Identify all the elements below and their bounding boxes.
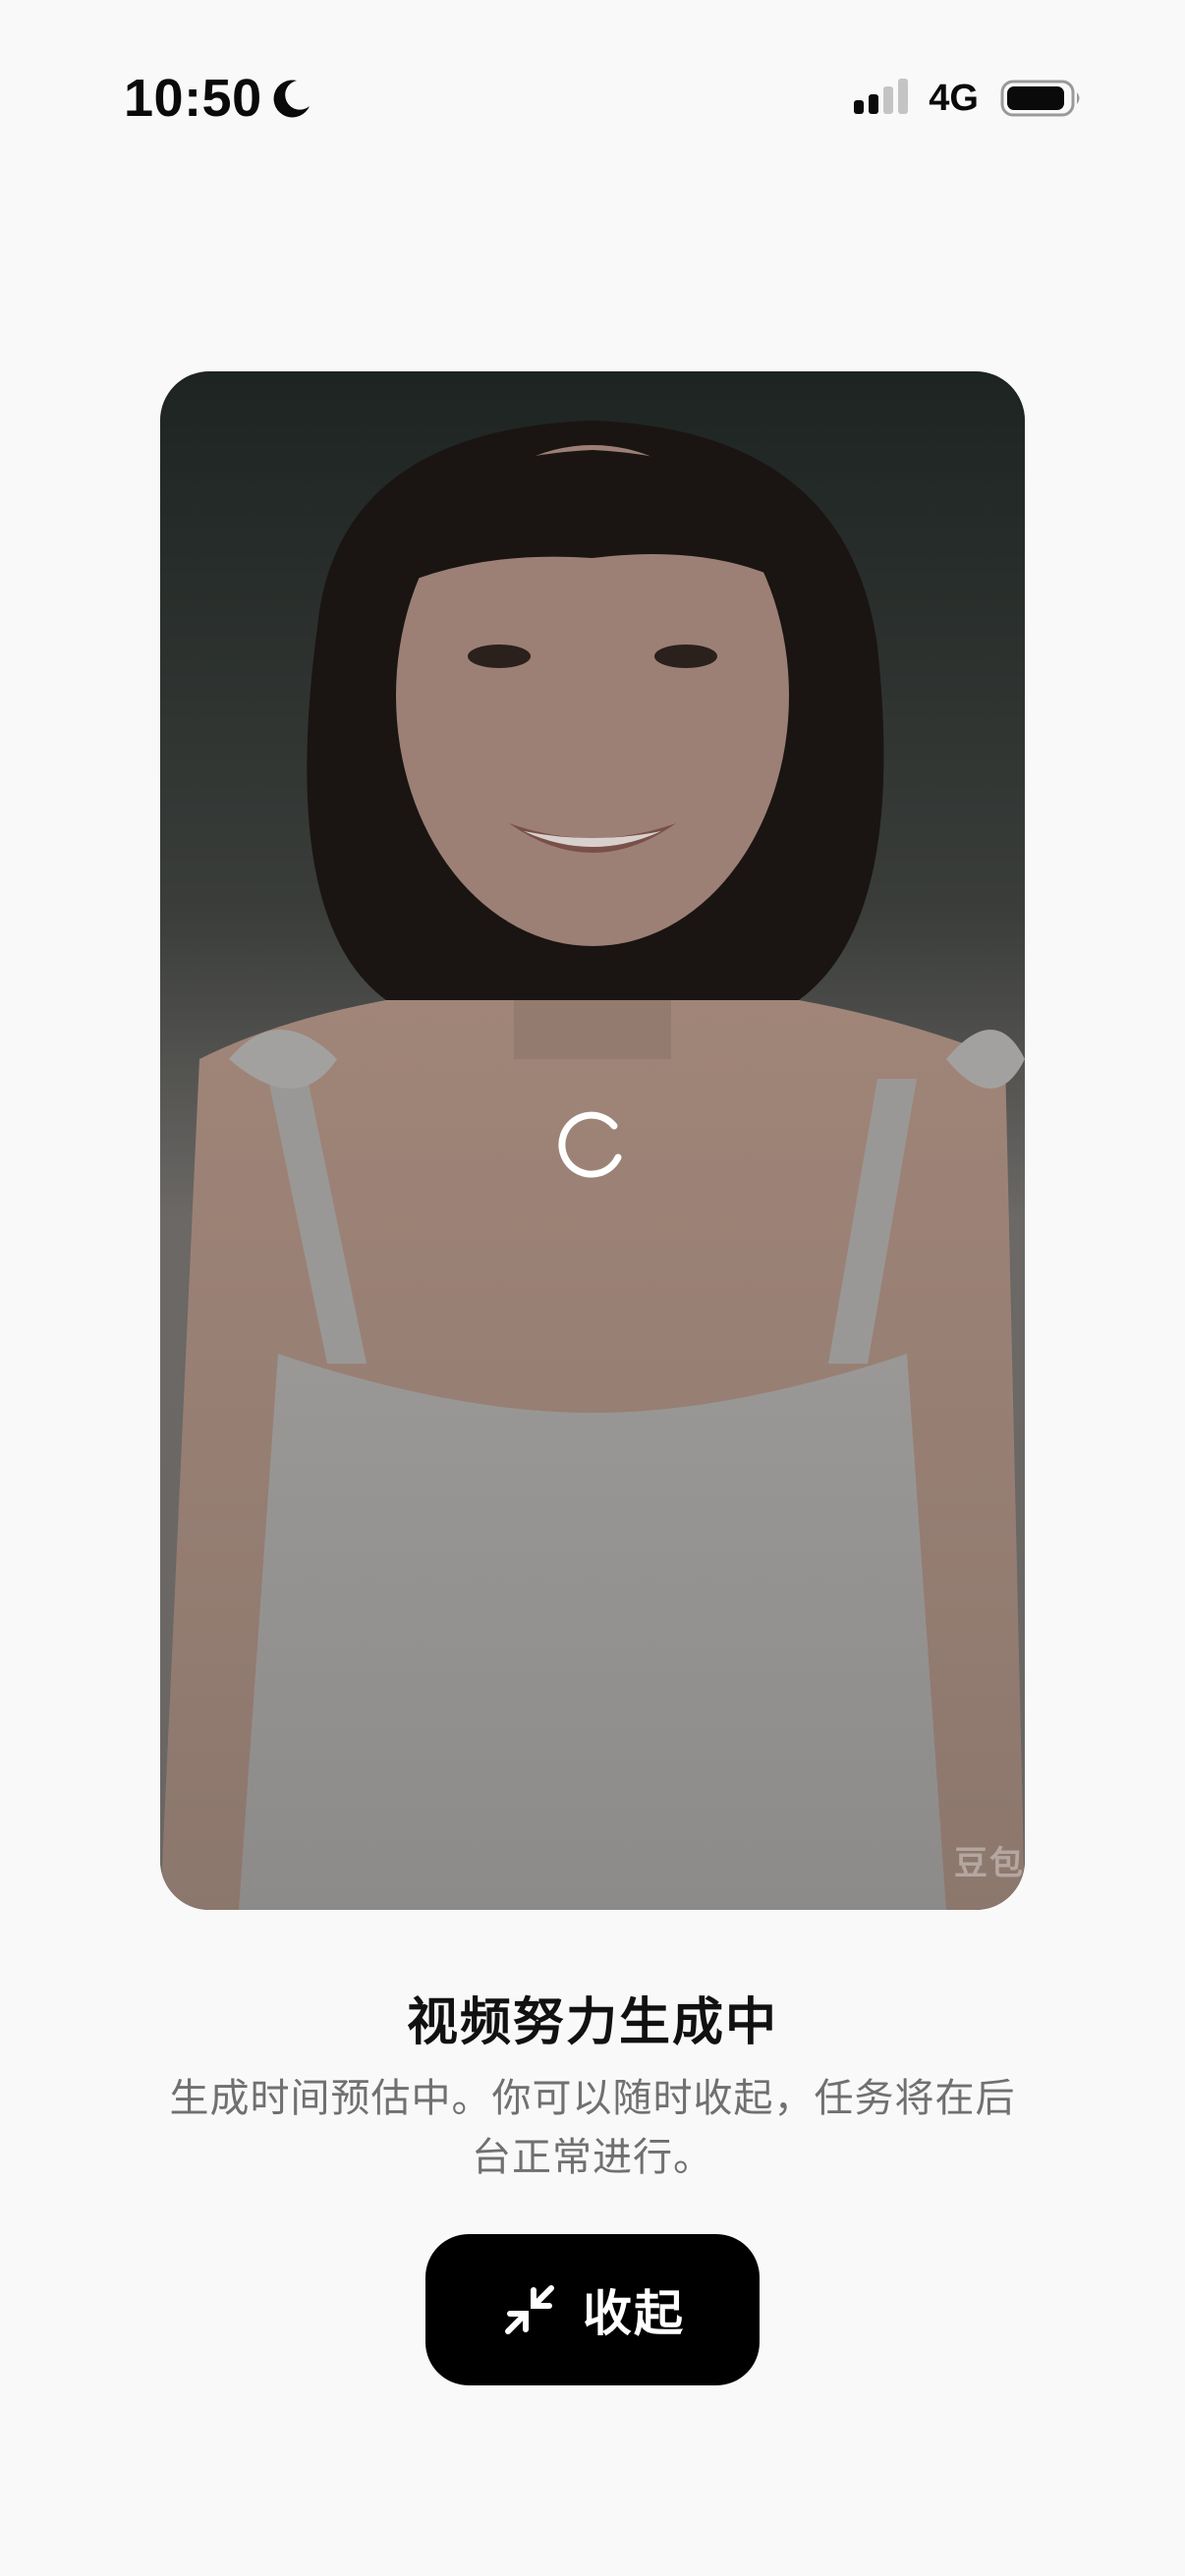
- collapse-button-label: 收起: [583, 2285, 685, 2342]
- network-type: 4G: [929, 77, 979, 119]
- battery-icon: [1000, 79, 1083, 118]
- status-time: 10:50: [124, 69, 262, 128]
- cellular-signal-icon: [854, 79, 913, 118]
- status-bar: 10:50 4G: [0, 0, 1185, 196]
- loading-spinner-icon: [553, 1104, 632, 1183]
- generation-description: 生成时间预估中。你可以随时收起，任务将在后台正常进行。: [169, 2076, 1016, 2180]
- status-time-group: 10:50: [124, 61, 313, 136]
- status-indicators: 4G: [854, 69, 1083, 128]
- minimize-arrows-icon: [500, 2280, 559, 2339]
- collapse-button[interactable]: 收起: [425, 2234, 760, 2385]
- moon-icon: [270, 77, 313, 120]
- generation-title: 视频努力生成中: [406, 1993, 778, 2052]
- watermark: 豆包: [954, 1844, 1025, 1883]
